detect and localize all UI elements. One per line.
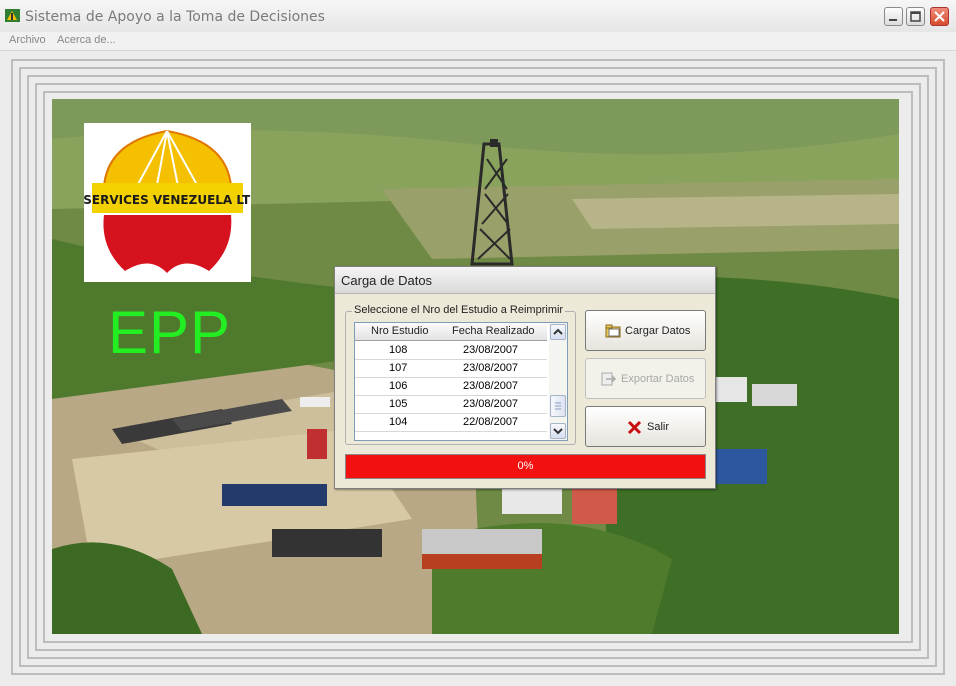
scroll-up-button[interactable]	[550, 324, 566, 340]
cell-nro-estudio: 105	[389, 398, 408, 410]
table-row[interactable]: 105 23/08/2007	[355, 395, 547, 414]
logo-text: CHPC SERVICES VENEZUELA LTD, S.A	[84, 193, 251, 207]
table-row[interactable]: 107 23/08/2007	[355, 359, 547, 378]
cell-fecha: 22/08/2007	[463, 416, 519, 428]
table-row[interactable]: 104 22/08/2007	[355, 413, 547, 432]
menu-archivo[interactable]: Archivo	[6, 33, 49, 47]
salir-label: Salir	[647, 421, 670, 433]
table-row[interactable]: 106 23/08/2007	[355, 377, 547, 396]
maximize-icon	[910, 11, 921, 22]
close-icon	[934, 11, 945, 22]
study-selection-group: Seleccione el Nro del Estudio a Reimprim…	[345, 304, 576, 445]
chevron-down-icon	[553, 428, 563, 435]
cargar-datos-button[interactable]: Cargar Datos	[585, 310, 706, 351]
cell-nro-estudio: 104	[389, 416, 408, 428]
load-progress-bar: 0%	[345, 454, 706, 479]
scroll-down-button[interactable]	[550, 423, 566, 439]
scroll-thumb[interactable]	[550, 395, 566, 417]
close-x-icon	[627, 420, 642, 435]
cell-nro-estudio: 108	[389, 344, 408, 356]
cell-nro-estudio: 107	[389, 362, 408, 374]
cell-fecha: 23/08/2007	[463, 380, 519, 392]
group-label: Seleccione el Nro del Estudio a Reimprim…	[352, 304, 566, 316]
window-titlebar[interactable]: Sistema de Apoyo a la Toma de Decisiones	[0, 0, 956, 33]
minimize-button[interactable]	[884, 7, 903, 26]
studies-list[interactable]: Nro Estudio Fecha Realizado 108 23/08/20…	[354, 322, 568, 441]
dialog-title: Carga de Datos	[341, 273, 433, 288]
table-row[interactable]: 108 23/08/2007	[355, 341, 547, 360]
menu-bar: Archivo Acerca de...	[0, 32, 956, 51]
cell-fecha: 23/08/2007	[463, 362, 519, 374]
close-button[interactable]	[930, 7, 949, 26]
exportar-datos-button[interactable]: Exportar Datos	[585, 358, 706, 399]
progress-label: 0%	[517, 460, 534, 472]
dialog-titlebar[interactable]: Carga de Datos	[335, 267, 715, 294]
menu-acerca-de[interactable]: Acerca de...	[54, 33, 119, 47]
column-header-fecha-realizado[interactable]: Fecha Realizado	[452, 325, 535, 337]
grip-icon	[555, 402, 561, 410]
cell-fecha: 23/08/2007	[463, 344, 519, 356]
cell-fecha: 23/08/2007	[463, 398, 519, 410]
exportar-datos-label: Exportar Datos	[621, 373, 695, 385]
export-icon	[601, 372, 617, 386]
list-header: Nro Estudio Fecha Realizado	[355, 323, 547, 341]
window-title: Sistema de Apoyo a la Toma de Decisiones	[25, 9, 325, 25]
maximize-button[interactable]	[906, 7, 925, 26]
app-icon	[4, 7, 21, 24]
carga-de-datos-dialog: Carga de Datos Seleccione el Nro del Est…	[334, 266, 716, 489]
salir-button[interactable]: Salir	[585, 406, 706, 447]
company-logo: CHPC SERVICES VENEZUELA LTD, S.A	[84, 123, 251, 282]
brand-label: EPP	[108, 299, 232, 366]
folder-icon	[605, 324, 621, 338]
cell-nro-estudio: 106	[389, 380, 408, 392]
column-header-nro-estudio[interactable]: Nro Estudio	[371, 325, 428, 337]
cargar-datos-label: Cargar Datos	[625, 325, 691, 337]
minimize-icon	[889, 19, 897, 21]
list-scrollbar[interactable]	[549, 323, 567, 440]
chevron-up-icon	[553, 328, 563, 335]
